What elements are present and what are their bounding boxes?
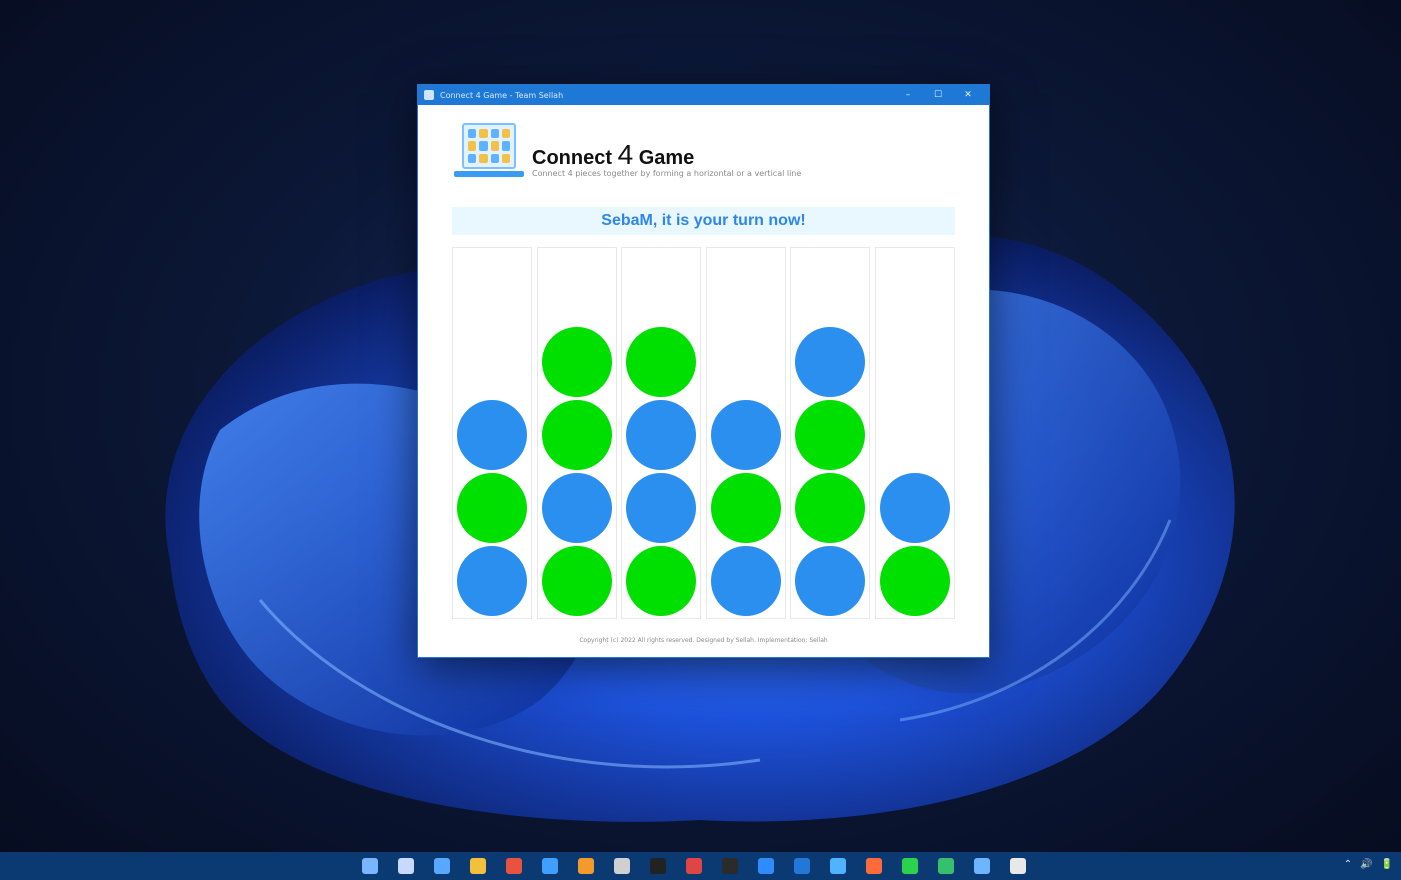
green-disc (541, 546, 612, 616)
maximize-button[interactable]: ☐ (923, 90, 953, 100)
blue-disc (457, 400, 527, 470)
app-title: Connect 4 Game (532, 139, 695, 170)
blue-disc (710, 400, 781, 470)
volume-icon[interactable]: 🔊 (1360, 859, 1372, 870)
app-icon[interactable] (650, 858, 666, 874)
app-icon (424, 90, 434, 100)
green-disc (626, 327, 697, 397)
system-tray[interactable]: ⌃ 🔊 🔋 (1344, 859, 1393, 870)
vscode-icon[interactable] (758, 858, 774, 874)
board-column-4[interactable] (705, 247, 786, 619)
turn-status-banner: SebaM, it is your turn now! (452, 207, 955, 235)
connect4-logo-icon (454, 123, 524, 185)
task-view-icon[interactable] (434, 858, 450, 874)
blue-disc (880, 473, 950, 543)
app-icon[interactable] (974, 858, 990, 874)
green-disc (457, 473, 527, 543)
minimize-button[interactable]: – (893, 90, 923, 100)
green-disc (710, 473, 781, 543)
blue-disc (626, 400, 697, 470)
board-column-1[interactable] (452, 247, 532, 619)
green-disc (795, 400, 866, 470)
search-icon[interactable] (398, 858, 414, 874)
store-icon[interactable] (542, 858, 558, 874)
board-column-3[interactable] (621, 247, 702, 619)
board-column-5[interactable] (790, 247, 871, 619)
close-button[interactable]: ✕ (953, 90, 983, 100)
tray-chevron-icon[interactable]: ⌃ (1344, 859, 1352, 870)
green-disc (795, 473, 866, 543)
green-disc (541, 327, 612, 397)
start-icon[interactable] (362, 858, 378, 874)
green-disc (626, 546, 697, 616)
window-titlebar[interactable]: Connect 4 Game - Team Sellah – ☐ ✕ (418, 85, 989, 105)
blue-disc (795, 327, 866, 397)
blue-disc (541, 473, 612, 543)
green-disc (880, 546, 950, 616)
app-icon[interactable] (938, 858, 954, 874)
blue-disc (457, 546, 527, 616)
taskbar-app-icons (362, 858, 1026, 874)
green-disc (541, 400, 612, 470)
app-icon[interactable] (722, 858, 738, 874)
terminal-icon[interactable] (686, 858, 702, 874)
app-icon[interactable] (614, 858, 630, 874)
app-icon[interactable] (794, 858, 810, 874)
board-column-6[interactable] (875, 247, 955, 619)
taskbar: ⌃ 🔊 🔋 (0, 852, 1401, 880)
board-column-2[interactable] (536, 247, 617, 619)
app-icon[interactable] (578, 858, 594, 874)
game-board (452, 247, 955, 619)
app-subtitle: Connect 4 pieces together by forming a h… (532, 169, 802, 178)
app-icon[interactable] (866, 858, 882, 874)
chrome-icon[interactable] (506, 858, 522, 874)
connect4-window: Connect 4 Game - Team Sellah – ☐ ✕ Conne… (417, 84, 990, 658)
app-icon[interactable] (1010, 858, 1026, 874)
blue-disc (795, 546, 866, 616)
window-title: Connect 4 Game - Team Sellah (440, 90, 564, 100)
app-icon[interactable] (902, 858, 918, 874)
battery-icon[interactable]: 🔋 (1381, 859, 1393, 870)
footer-copyright: Copyright (c) 2022 All rights reserved. … (579, 637, 828, 644)
blue-disc (626, 473, 697, 543)
app-icon[interactable] (830, 858, 846, 874)
blue-disc (710, 546, 781, 616)
file-explorer-icon[interactable] (470, 858, 486, 874)
